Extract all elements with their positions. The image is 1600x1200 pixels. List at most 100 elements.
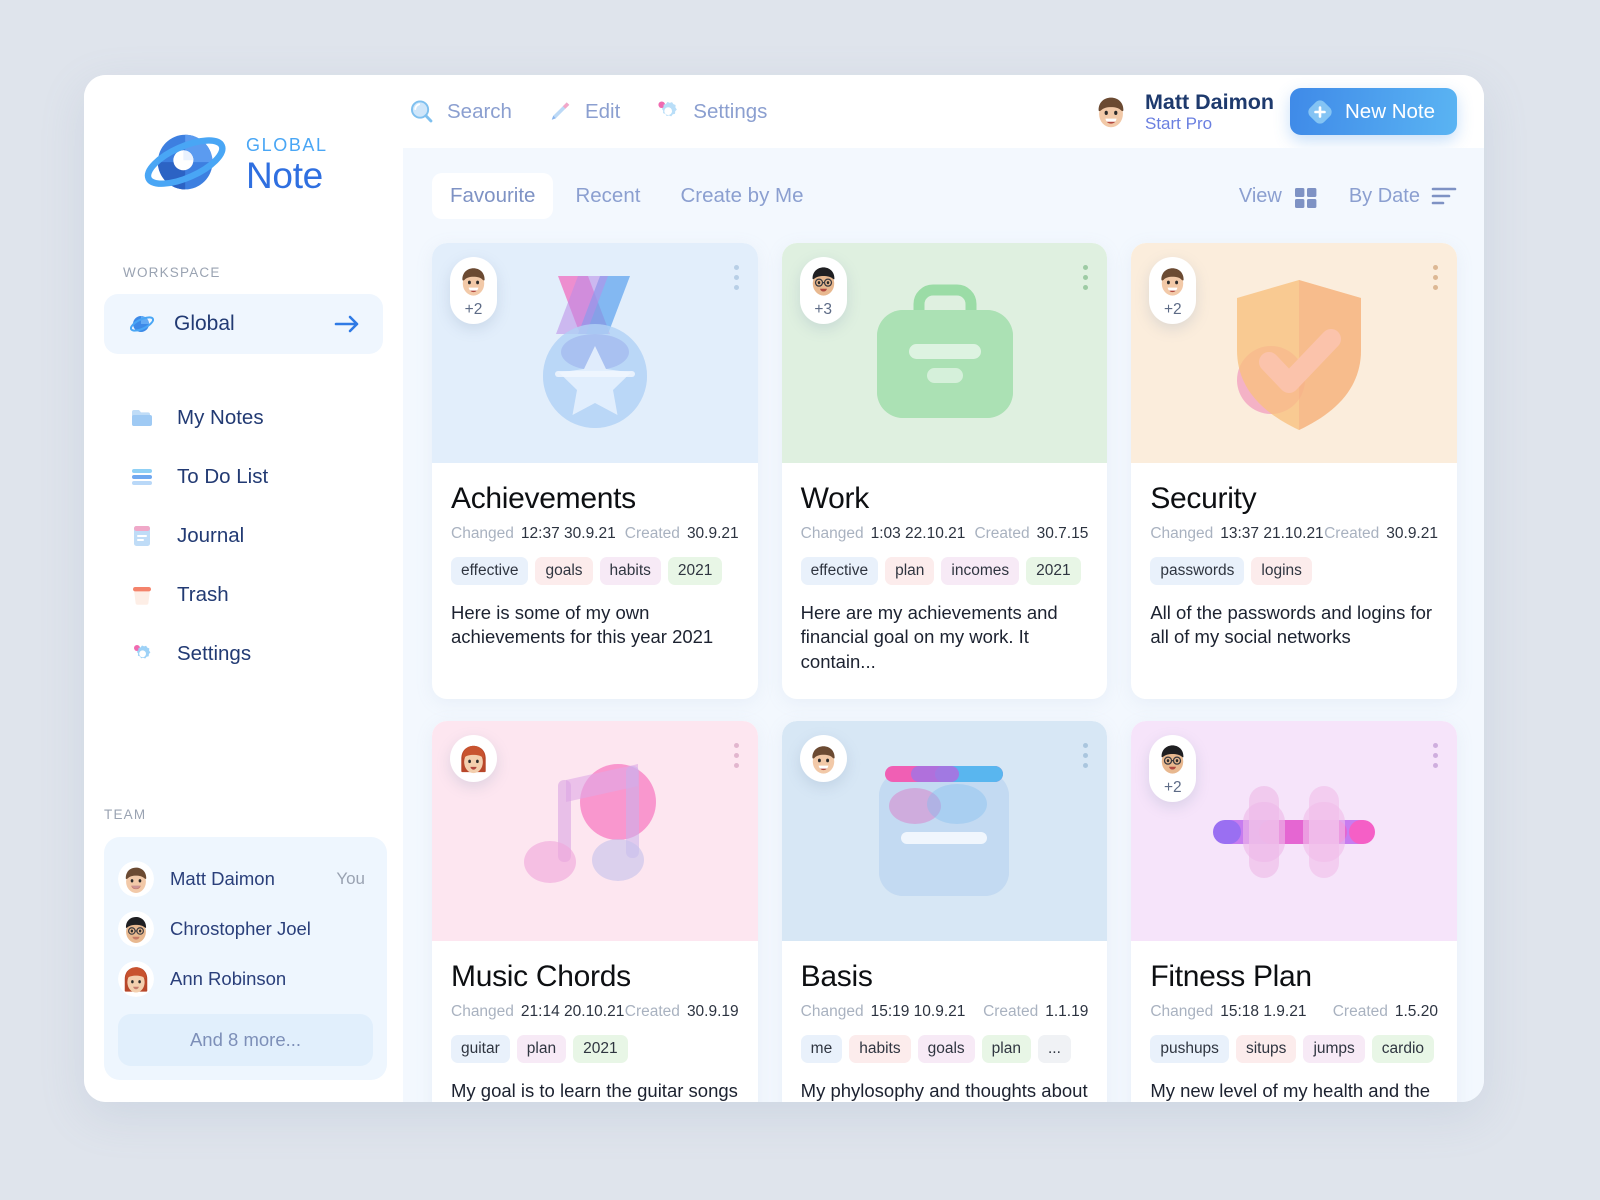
card-collaborators[interactable]: +2 xyxy=(1149,257,1197,324)
app-logo[interactable]: GLOBAL Note xyxy=(84,75,403,204)
tag[interactable]: goals xyxy=(917,1034,975,1063)
team-card: Matt Daimon You Chrostopher Joel Ann Rob… xyxy=(104,837,387,1080)
card-collaborators[interactable] xyxy=(450,735,497,783)
card-collaborators[interactable]: +2 xyxy=(1149,735,1197,803)
tag[interactable]: goals xyxy=(535,556,593,585)
card-tags: pushups situps jumps cardio xyxy=(1150,1034,1438,1063)
tag[interactable]: effective xyxy=(451,556,529,585)
changed-label: Changed xyxy=(451,1002,514,1020)
sidebar: GLOBAL Note WORKSPACE Global My Notes To… xyxy=(84,75,403,1102)
card-menu-button[interactable] xyxy=(733,265,739,290)
sidebar-item-trash[interactable]: Trash xyxy=(104,565,383,624)
tag[interactable]: incomes xyxy=(941,556,1020,585)
tag[interactable]: situps xyxy=(1235,1034,1297,1063)
tag[interactable]: guitar xyxy=(451,1034,510,1063)
filter-tabs: Favourite Recent Create by Me xyxy=(432,173,822,219)
card-menu-button[interactable] xyxy=(1432,265,1438,290)
sidebar-item-journal[interactable]: Journal xyxy=(104,506,383,565)
main-area: Search Edit Settings Matt Daimon Start P… xyxy=(403,75,1484,1102)
card-excerpt: Here are my achievements and financial g… xyxy=(800,601,1058,673)
card-collaborators[interactable] xyxy=(799,735,847,783)
shield-check-icon xyxy=(1237,280,1362,430)
card-meta: Changed 15:19 10.9.21 Created 1.1.19 xyxy=(801,1003,1089,1021)
tag[interactable]: habits xyxy=(599,556,661,585)
sidebar-item-my-notes[interactable]: My Notes xyxy=(104,388,383,447)
card-menu-button[interactable] xyxy=(733,743,739,769)
card-collaborators[interactable]: +3 xyxy=(799,257,847,324)
card-menu-button[interactable] xyxy=(1432,743,1438,769)
view-toggle[interactable]: View xyxy=(1239,185,1319,208)
tag[interactable]: logins xyxy=(1251,556,1312,585)
created-block: Created 1.1.19 xyxy=(983,1003,1088,1021)
tag[interactable]: jumps xyxy=(1303,1034,1365,1063)
tag[interactable]: effective xyxy=(800,556,879,585)
sidebar-item-settings[interactable]: Settings xyxy=(104,624,383,683)
view-label: View xyxy=(1238,184,1282,207)
workspace-global-row[interactable]: Global xyxy=(104,294,383,354)
card-title: Basis xyxy=(800,960,873,994)
collaborator-count: +3 xyxy=(814,301,832,318)
topbar-edit-button[interactable]: Edit xyxy=(546,98,620,125)
user-name: Matt Daimon xyxy=(1144,89,1274,114)
topbar-settings-button[interactable]: Settings xyxy=(654,98,767,125)
tag[interactable]: 2021 xyxy=(1026,556,1081,585)
arrow-right-icon[interactable] xyxy=(333,314,361,334)
changed-value: 13:37 21.10.21 xyxy=(1220,524,1324,542)
note-card-fitness-plan[interactable]: +2 Fitness Plan Changed 15:18 1.9.21 Cre… xyxy=(1131,721,1457,1102)
topbar-search-button[interactable]: Search xyxy=(408,98,512,125)
new-note-label: New Note xyxy=(1344,99,1435,123)
tag[interactable]: pushups xyxy=(1150,1034,1229,1063)
tag[interactable]: me xyxy=(800,1034,843,1063)
card-tags: guitar plan 2021 xyxy=(451,1034,739,1063)
logo-note-text: Note xyxy=(246,155,323,196)
created-value: 30.9.21 xyxy=(686,524,739,542)
created-label: Created xyxy=(1324,524,1380,542)
tag[interactable]: plan xyxy=(516,1034,567,1063)
tag[interactable]: habits xyxy=(849,1034,911,1063)
tab-recent[interactable]: Recent xyxy=(557,173,658,219)
and-more-button[interactable]: And 8 more... xyxy=(118,1014,373,1066)
note-card-achievements[interactable]: +2 Achievements Changed 12:37 30.9.21 Cr… xyxy=(432,243,758,700)
created-label: Created xyxy=(1332,1002,1388,1020)
man-brown-hair-avatar xyxy=(1153,261,1192,300)
card-menu-button[interactable] xyxy=(1083,743,1089,769)
team-member-row[interactable]: Chrostopher Joel xyxy=(118,904,373,954)
view-controls: View By Date xyxy=(1239,185,1457,208)
sidebar-item-to-do-list[interactable]: To Do List xyxy=(104,447,383,506)
card-body: Music Chords Changed 21:14 20.10.21 Crea… xyxy=(432,941,758,1102)
note-card-work[interactable]: +3 Work Changed 1:03 22.10.21 Created 30… xyxy=(781,243,1108,700)
dumbbell-icon xyxy=(1213,786,1376,879)
card-hero: +2 xyxy=(1131,721,1457,942)
changed-label: Changed xyxy=(800,1002,864,1020)
tag[interactable]: passwords xyxy=(1150,556,1245,585)
man-brown-hair-avatar xyxy=(118,861,154,897)
team-member-row[interactable]: Ann Robinson xyxy=(118,954,373,1004)
notes-grid: +2 Achievements Changed 12:37 30.9.21 Cr… xyxy=(432,243,1457,1102)
changed-value: 15:19 10.9.21 xyxy=(870,1002,966,1020)
tag-more[interactable]: ... xyxy=(1037,1034,1071,1063)
tag[interactable]: cardio xyxy=(1371,1034,1435,1063)
tag[interactable]: 2021 xyxy=(667,556,723,585)
grid-view-icon xyxy=(1293,185,1319,208)
sidebar-item-label: Trash xyxy=(177,582,229,606)
team-member-row[interactable]: Matt Daimon You xyxy=(118,854,373,904)
user-profile[interactable]: Matt Daimon Start Pro xyxy=(1090,90,1274,133)
note-card-security[interactable]: +2 Security Changed 13:37 21.10.21 Creat… xyxy=(1131,243,1457,700)
tab-favourite[interactable]: Favourite xyxy=(432,173,554,219)
card-collaborators[interactable]: +2 xyxy=(450,257,497,324)
sort-by-date[interactable]: By Date xyxy=(1349,185,1457,208)
tag[interactable]: 2021 xyxy=(573,1034,628,1063)
user-profile-text: Matt Daimon Start Pro xyxy=(1145,90,1274,133)
man-glasses-avatar xyxy=(118,911,154,947)
folder-icon xyxy=(130,406,154,430)
sort-lines-icon xyxy=(1431,185,1457,207)
note-card-basis[interactable]: Basis Changed 15:19 10.9.21 Created 1.1.… xyxy=(781,721,1108,1102)
tab-create-by-me[interactable]: Create by Me xyxy=(662,173,821,219)
tag[interactable]: plan xyxy=(981,1034,1031,1063)
note-card-music-chords[interactable]: Music Chords Changed 21:14 20.10.21 Crea… xyxy=(432,721,758,1102)
created-block: Created 30.9.21 xyxy=(1324,525,1438,543)
new-note-button[interactable]: New Note xyxy=(1289,88,1457,135)
card-menu-button[interactable] xyxy=(1083,265,1089,290)
card-body: Basis Changed 15:19 10.9.21 Created 1.1.… xyxy=(782,941,1108,1102)
tag[interactable]: plan xyxy=(885,556,935,585)
